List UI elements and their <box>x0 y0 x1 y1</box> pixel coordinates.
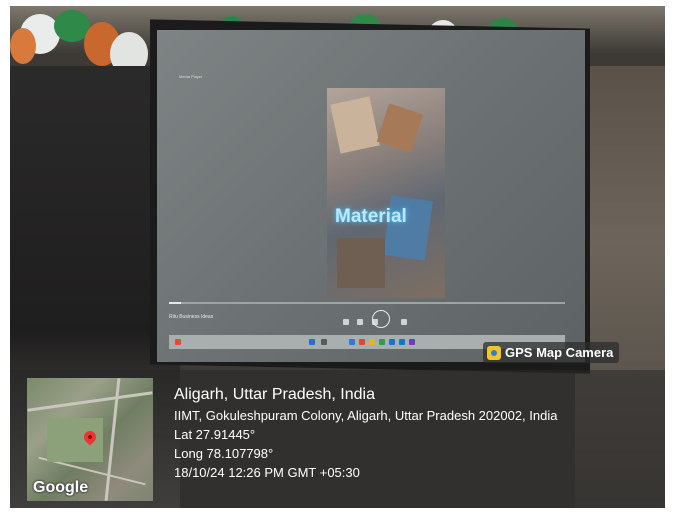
play-button[interactable] <box>372 310 390 328</box>
taskbar-app-icon[interactable] <box>409 339 415 345</box>
previous-icon[interactable] <box>357 319 364 325</box>
taskbar-app-icon[interactable] <box>309 339 315 345</box>
taskbar-app-icon[interactable] <box>389 339 395 345</box>
video-shape <box>376 103 424 153</box>
player-controls: Ritu Business Ideas <box>169 310 565 343</box>
start-icon[interactable] <box>175 339 181 345</box>
progress-fill <box>169 302 181 304</box>
gps-camera-icon <box>487 345 501 360</box>
google-logo: Google <box>33 479 89 496</box>
taskbar-app-icon[interactable] <box>399 339 405 345</box>
location-lat: Lat 27.91445° <box>174 427 256 442</box>
location-datetime: 18/10/24 12:26 PM GMT +05:30 <box>174 465 360 480</box>
video-shape <box>337 238 385 288</box>
video-shape <box>330 96 380 154</box>
player-window-title: Media Player <box>179 74 203 79</box>
location-long: Long 78.107798° <box>174 446 274 461</box>
location-place: Aligarh, Uttar Pradesh, India <box>174 386 375 403</box>
track-title: Ritu Business Ideas <box>169 314 214 320</box>
location-address: IIMT, Gokuleshpuram Colony, Aligarh, Utt… <box>174 408 558 423</box>
taskbar-app-icon[interactable] <box>359 339 365 345</box>
player-title-bar: Media Player <box>169 74 565 86</box>
taskbar-app-icon[interactable] <box>379 339 385 345</box>
video-overlay-text: Material <box>335 206 407 227</box>
gps-badge-label: GPS Map Camera <box>505 345 614 360</box>
forward-icon[interactable] <box>400 319 407 325</box>
shuffle-icon[interactable] <box>343 319 349 325</box>
gps-badge: GPS Map Camera <box>483 342 620 363</box>
balloon-orange <box>10 28 36 64</box>
location-info: Aligarh, Uttar Pradesh, India IIMT, Goku… <box>174 386 557 484</box>
map-road <box>27 391 153 412</box>
location-map: Google <box>27 378 153 501</box>
taskbar-app-icon[interactable] <box>369 339 375 345</box>
projection-screen: Media Player Material Ritu Business Idea… <box>157 30 585 362</box>
taskbar-app-icon[interactable] <box>321 339 327 345</box>
taskbar-app-icon[interactable] <box>349 339 355 345</box>
video-frame: Material <box>327 88 445 298</box>
progress-bar[interactable] <box>169 302 565 304</box>
